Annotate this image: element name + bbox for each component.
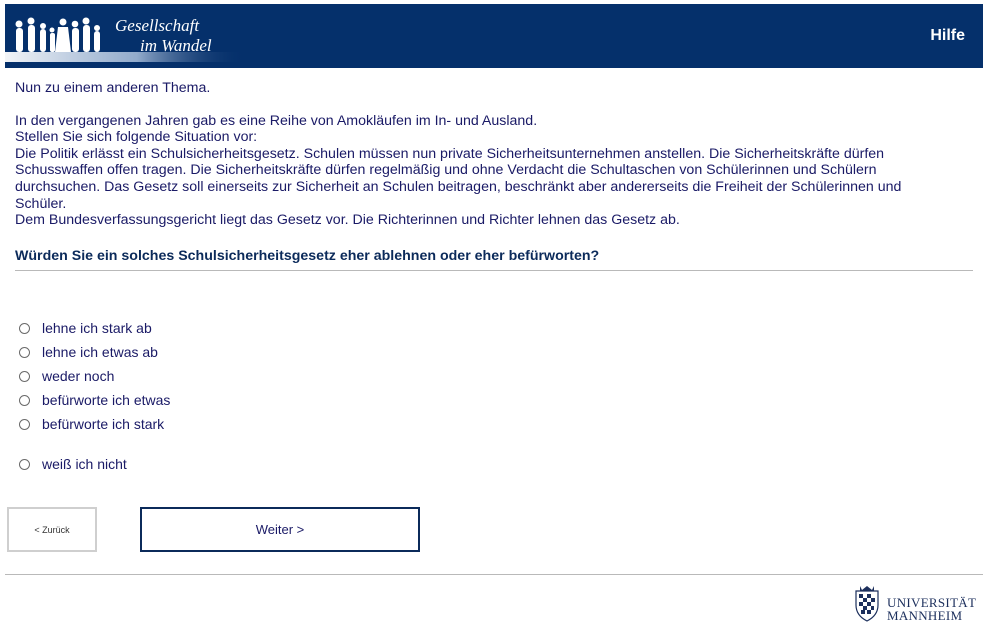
back-button[interactable]: < Zurück xyxy=(7,507,97,552)
university-wordmark: UNIVERSITÄT MANNHEIM xyxy=(887,596,976,622)
crest-icon xyxy=(855,586,879,622)
answer-label: weder noch xyxy=(42,368,115,384)
scenario-text: Die Politik erlässt ein Schulsicherheits… xyxy=(15,145,902,212)
answer-label: weiß ich nicht xyxy=(42,456,127,472)
intro-paragraph: Nun zu einem anderen Thema. xyxy=(15,80,211,96)
answer-option[interactable]: weder noch xyxy=(19,368,114,384)
universitaet-mannheim-logo: UNIVERSITÄT MANNHEIM xyxy=(850,585,985,625)
logo-line-2: im Wandel xyxy=(140,36,212,55)
answer-option[interactable]: lehne ich etwas ab xyxy=(19,344,158,360)
footer-divider xyxy=(5,574,983,575)
next-button[interactable]: Weiter > xyxy=(140,507,420,552)
divider xyxy=(15,270,973,271)
answer-label: befürworte ich etwas xyxy=(42,392,171,408)
question-intro: Nun zu einem anderen Thema. In den verga… xyxy=(15,80,955,229)
header-bar: Gesellschaft im Wandel Hilfe xyxy=(5,4,983,68)
radio-button[interactable] xyxy=(19,394,30,406)
answer-option-dont-know[interactable]: weiß ich nicht xyxy=(19,456,127,472)
radio-button[interactable] xyxy=(19,322,30,334)
answer-label: lehne ich etwas ab xyxy=(42,344,158,360)
radio-button[interactable] xyxy=(19,418,30,430)
radio-button[interactable] xyxy=(19,370,30,382)
question-text: Würden Sie ein solches Schulsicherheitsg… xyxy=(15,248,600,264)
logo-wordmark: Gesellschaft im Wandel xyxy=(113,16,212,56)
help-link[interactable]: Hilfe xyxy=(930,27,965,45)
gesellschaft-im-wandel-logo: Gesellschaft im Wandel xyxy=(5,4,245,68)
answer-option[interactable]: lehne ich stark ab xyxy=(19,320,152,336)
university-line-2: MANNHEIM xyxy=(887,608,963,623)
radio-button[interactable] xyxy=(19,458,30,470)
answer-option[interactable]: befürworte ich stark xyxy=(19,416,164,432)
intro-paragraph: Dem Bundesverfassungsgericht liegt das G… xyxy=(15,212,680,229)
intro-paragraph: Stellen Sie sich folgende Situation vor: xyxy=(15,129,258,146)
answer-label: lehne ich stark ab xyxy=(42,320,152,336)
intro-paragraph: In den vergangenen Jahren gab es eine Re… xyxy=(15,112,538,129)
radio-button[interactable] xyxy=(19,346,30,358)
logo-line-1: Gesellschaft xyxy=(115,16,200,35)
answer-option[interactable]: befürworte ich etwas xyxy=(19,392,170,408)
answer-label: befürworte ich stark xyxy=(42,416,165,432)
